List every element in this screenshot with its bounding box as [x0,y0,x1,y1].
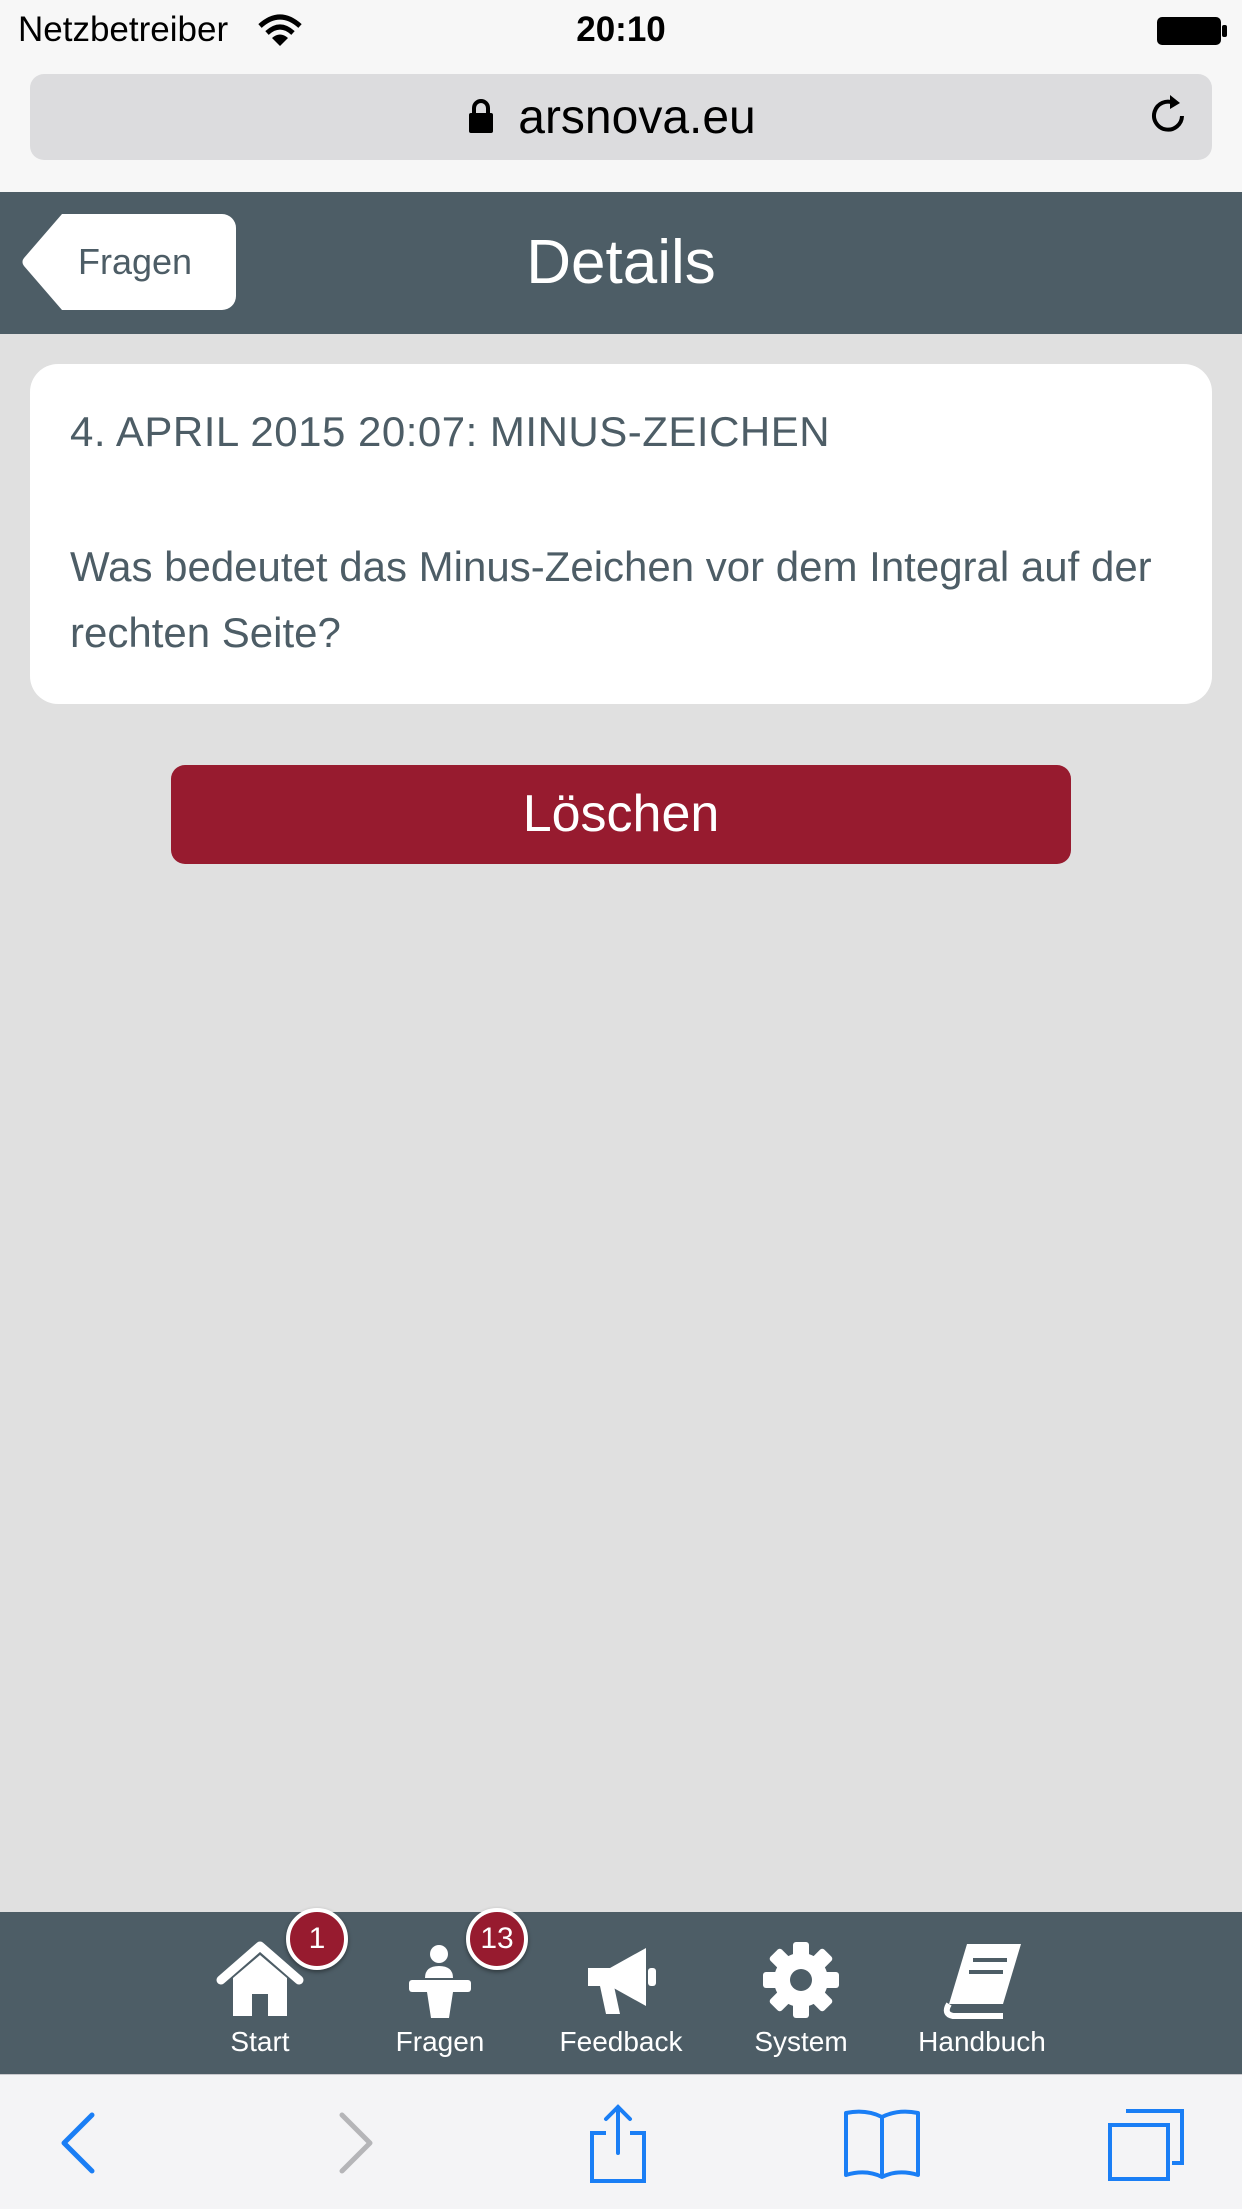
question-heading: 4. APRIL 2015 20:07: MINUS-ZEICHEN [70,408,831,455]
gear-icon [763,1942,839,2018]
status-time: 20:10 [576,10,666,49]
tab-bar: Start 1 Fragen 13 Feedback System Handbu… [0,1908,1242,2074]
share-icon[interactable] [578,2103,658,2183]
question-text: Was bedeutet das Minus-Zeichen vor dem I… [70,543,1152,656]
tab-handbuch[interactable]: Handbuch [892,1912,1072,2074]
browser-address-area: arsnova.eu [0,62,1242,192]
tab-start[interactable]: Start 1 [170,1908,350,2074]
tab-system[interactable]: System [711,1912,891,2074]
url-text: arsnova.eu [518,91,756,144]
reload-icon[interactable] [1144,92,1192,140]
forward-arrow-icon[interactable] [314,2103,394,2183]
address-bar[interactable]: arsnova.eu [30,74,1212,160]
book-icon [943,1944,1021,2019]
delete-button[interactable]: Löschen [171,765,1071,864]
back-arrow-icon[interactable] [40,2103,120,2183]
tab-feedback[interactable]: Feedback [531,1912,711,2074]
tab-fragen[interactable]: Fragen 13 [350,1908,530,2074]
browser-toolbar [0,2074,1242,2209]
notification-badge: 13 [466,1908,528,1970]
battery-icon [1157,17,1227,45]
tab-label: Start [230,2026,290,2057]
page-title: Details [526,228,716,297]
tab-label: Fragen [395,2026,485,2057]
tab-label: Handbuch [918,2026,1046,2057]
page-header: Fragen Details [0,192,1242,334]
tabs-icon[interactable] [1106,2103,1186,2183]
megaphone-icon [588,1948,656,2014]
bookmarks-icon[interactable] [842,2103,922,2183]
tab-label: Feedback [559,2026,683,2057]
status-bar: Netzbetreiber 20:10 [0,0,1242,62]
notification-badge: 1 [286,1908,348,1970]
question-card: 4. APRIL 2015 20:07: MINUS-ZEICHEN Was b… [30,364,1212,704]
tab-label: System [754,2026,848,2057]
